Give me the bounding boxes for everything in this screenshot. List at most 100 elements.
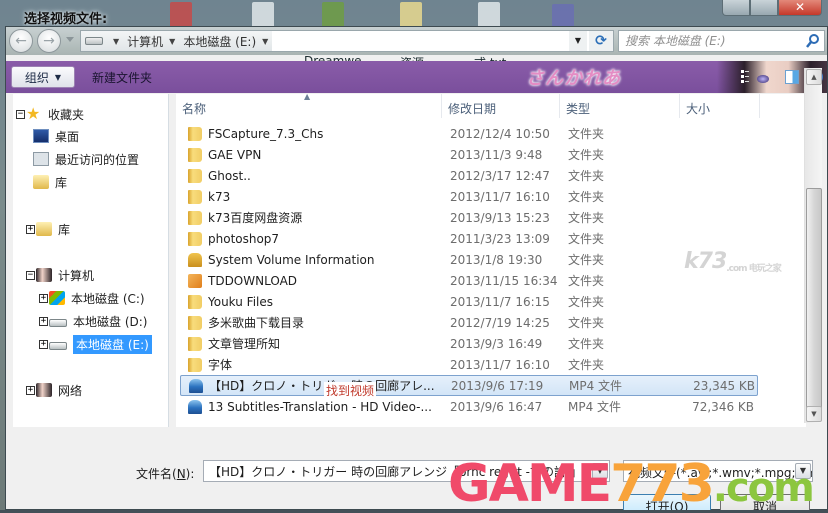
minimize-button[interactable] xyxy=(722,0,750,16)
column-date[interactable]: 修改日期 xyxy=(442,94,560,118)
chevron-down-icon[interactable]: ▼ xyxy=(113,37,119,46)
collapse-icon[interactable]: − xyxy=(26,270,35,280)
folder-icon xyxy=(188,231,202,246)
back-button[interactable]: ← xyxy=(9,29,33,53)
expand-icon[interactable]: + xyxy=(26,385,35,395)
file-name: Ghost.. xyxy=(208,168,251,183)
scroll-down-button[interactable]: ▼ xyxy=(806,406,822,422)
file-list-scrollbar[interactable]: ▲ ▼ xyxy=(804,68,822,423)
file-type: 文件夹 xyxy=(568,211,605,225)
expand-icon[interactable]: + xyxy=(26,224,35,234)
navigation-bar: ← → ▼ 计算机 ▼ 本地磁盘 (E:) ▼ ▼ ⟳ xyxy=(6,27,827,55)
tree-drive-e[interactable]: + 本地磁盘 (E:) xyxy=(39,334,152,354)
scroll-thumb[interactable] xyxy=(806,188,822,416)
tree-recent-places[interactable]: 最近访问的位置 xyxy=(33,149,139,169)
tree-libraries[interactable]: + 库 xyxy=(26,219,70,239)
file-row[interactable]: 13 Subtitles-Translation - HD Video-... 2… xyxy=(180,396,758,417)
file-type: 文件夹 xyxy=(568,295,605,309)
maximize-button[interactable] xyxy=(750,0,778,16)
address-history-dropdown[interactable]: ▼ xyxy=(569,31,587,51)
organize-button[interactable]: 组织 ▼ xyxy=(11,66,75,88)
breadcrumb-computer[interactable]: 计算机 ▼ xyxy=(123,31,180,51)
file-row[interactable]: k73百度网盘资源 2013/9/13 15:23 文件夹 xyxy=(180,207,758,228)
file-type: 文件夹 xyxy=(568,148,605,162)
file-name-cell: Ghost.. xyxy=(180,168,446,183)
accelerator-key: N xyxy=(176,467,186,481)
tree-network[interactable]: + 网络 xyxy=(26,380,82,400)
tree-computer[interactable]: − 计算机 xyxy=(26,265,94,285)
address-bar[interactable]: ▼ 计算机 ▼ 本地磁盘 (E:) ▼ ▼ ⟳ xyxy=(80,30,614,52)
file-type: 文件夹 xyxy=(568,274,605,288)
search-icon[interactable] xyxy=(806,33,820,49)
forward-arrow-icon: → xyxy=(43,33,55,49)
file-row[interactable]: GAE VPN 2013/11/3 9:48 文件夹 xyxy=(180,144,758,165)
file-row[interactable]: k73 2013/11/7 16:10 文件夹 xyxy=(180,186,758,207)
scroll-up-button[interactable]: ▲ xyxy=(806,69,822,85)
tree-drive-c[interactable]: + 本地磁盘 (C:) xyxy=(39,288,145,308)
folder-icon xyxy=(188,126,202,141)
file-row[interactable]: Ghost.. 2012/3/17 12:47 文件夹 xyxy=(180,165,758,186)
new-folder-button[interactable]: 新建文件夹 xyxy=(92,69,152,86)
navigation-pane: − ★ 收藏夹 桌面 最近访问的位置 库 + 库 − 计算机 + 本地磁盘 (C… xyxy=(13,94,169,427)
refresh-button[interactable]: ⟳ xyxy=(589,31,613,51)
file-name: 字体 xyxy=(208,358,233,372)
file-date: 2013/11/7 16:15 xyxy=(450,294,550,309)
file-type: MP4 文件 xyxy=(568,400,622,414)
column-type[interactable]: 类型 xyxy=(560,94,680,118)
file-type: MP4 文件 xyxy=(569,379,623,393)
drive-icon xyxy=(49,342,67,350)
tree-drive-d[interactable]: + 本地磁盘 (D:) xyxy=(39,311,147,331)
file-date: 2013/9/3 16:49 xyxy=(450,336,543,351)
preview-pane-icon[interactable] xyxy=(785,70,799,84)
file-name-cell: 【HD】クロノ・トリガー 時の回廊アレ... xyxy=(181,377,447,394)
video-file-icon xyxy=(188,399,202,414)
search-box[interactable] xyxy=(618,30,825,52)
file-row[interactable]: Youku Files 2013/11/7 16:15 文件夹 xyxy=(180,291,758,312)
column-size[interactable]: 大小 xyxy=(680,94,760,118)
chevron-down-icon[interactable]: ▼ xyxy=(169,37,175,46)
desktop-shortcut-icon xyxy=(170,2,192,28)
column-name[interactable]: 名称 ▲ xyxy=(176,92,442,118)
file-row[interactable]: 【HD】クロノ・トリガー 時の回廊アレ... 2013/9/6 17:19 MP4 … xyxy=(180,375,758,396)
file-name: FSCapture_7.3_Chs xyxy=(208,126,324,141)
network-icon xyxy=(36,383,52,397)
breadcrumb-root[interactable]: ▼ xyxy=(81,31,124,51)
collapse-icon[interactable]: − xyxy=(16,109,25,119)
tree-favorites-libraries[interactable]: 库 xyxy=(33,172,67,192)
file-name: System Volume Information xyxy=(208,252,375,267)
dialog-title: 选择视频文件: xyxy=(24,12,108,27)
tree-desktop[interactable]: 桌面 xyxy=(33,126,79,146)
expand-icon[interactable]: + xyxy=(39,316,48,326)
tree-favorites[interactable]: − ★ 收藏夹 xyxy=(16,104,84,124)
recent-pages-dropdown[interactable] xyxy=(66,37,74,42)
change-view-icon[interactable] xyxy=(741,70,749,84)
expand-icon[interactable]: + xyxy=(39,293,48,303)
tree-label: 本地磁盘 (C:) xyxy=(71,291,145,306)
file-name: photoshop7 xyxy=(208,231,280,246)
file-row[interactable]: System Volume Information 2013/1/8 19:30 文… xyxy=(180,249,758,270)
file-row[interactable]: 多米歌曲下载目录 2012/7/19 14:25 文件夹 xyxy=(180,312,758,333)
system-drive-icon xyxy=(49,291,65,305)
expand-icon[interactable]: + xyxy=(39,339,48,349)
breadcrumb-drive-e[interactable]: 本地磁盘 (E:) ▼ xyxy=(179,31,273,51)
chevron-down-icon[interactable]: ▼ xyxy=(262,37,268,46)
forward-button[interactable]: → xyxy=(37,29,61,53)
desktop-file-icon xyxy=(252,2,274,28)
refresh-icon: ⟳ xyxy=(595,33,607,49)
file-row[interactable]: photoshop7 2011/3/23 13:09 文件夹 xyxy=(180,228,758,249)
column-label: 名称 xyxy=(182,102,207,116)
tree-label: 最近访问的位置 xyxy=(55,152,140,167)
file-row[interactable]: 文章管理所知 2013/9/3 16:49 文件夹 xyxy=(180,333,758,354)
command-toolbar: 组织 ▼ 新建文件夹 さんかれあ ? xyxy=(6,61,827,93)
file-name: TDDOWNLOAD xyxy=(208,273,298,288)
file-row[interactable]: 字体 2013/11/7 16:10 文件夹 xyxy=(180,354,758,375)
close-button[interactable]: ✕ xyxy=(778,0,822,16)
breadcrumb-label: 计算机 xyxy=(127,34,164,49)
file-row[interactable]: TDDOWNLOAD 2013/11/15 16:34 文件夹 xyxy=(180,270,758,291)
file-name-cell: k73百度网盘资源 xyxy=(180,209,446,226)
search-input[interactable] xyxy=(619,31,824,51)
label-text: 文件名( xyxy=(136,467,177,481)
file-row[interactable]: FSCapture_7.3_Chs 2012/12/4 10:50 文件夹 xyxy=(180,123,758,144)
file-name-cell: 13 Subtitles-Translation - HD Video-... xyxy=(180,399,446,414)
column-header: 名称 ▲ 修改日期 类型 大小 xyxy=(176,92,806,118)
